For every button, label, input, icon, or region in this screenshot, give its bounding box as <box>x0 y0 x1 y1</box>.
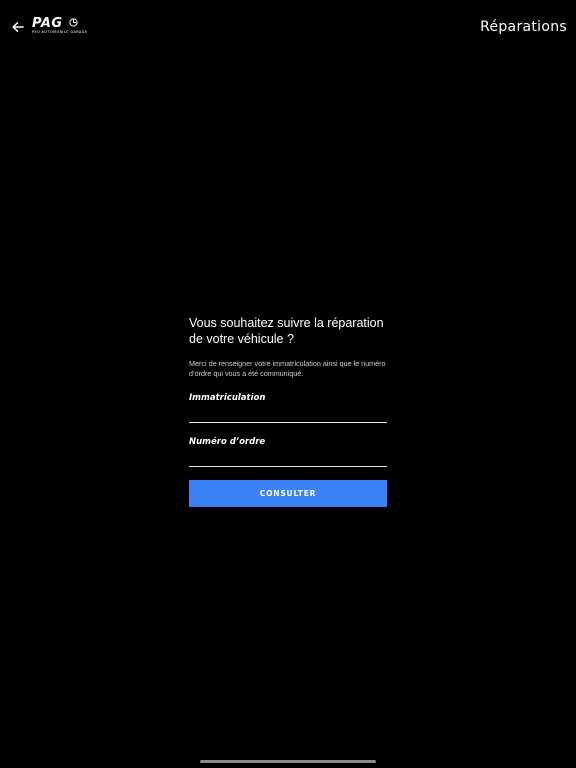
order-number-label: Numéro d’ordre <box>189 437 266 447</box>
brand-logo[interactable]: PAG PEU AUTOMOBILE GARAGE <box>32 16 87 37</box>
order-number-field-group: Numéro d’ordre <box>189 437 387 467</box>
consulter-button[interactable]: CONSULTER <box>189 480 387 507</box>
form-description: Merci de renseigner votre immatriculatio… <box>189 359 386 378</box>
logo-text: PAG <box>32 16 63 31</box>
immatriculation-input[interactable] <box>189 405 387 423</box>
arrow-left-icon <box>12 22 24 32</box>
back-button[interactable] <box>8 17 28 37</box>
form-heading: Vous souhaitez suivre la réparation de v… <box>189 316 384 346</box>
order-number-input[interactable] <box>189 449 387 467</box>
immatriculation-label: Immatriculation <box>189 393 266 403</box>
logo-subtitle: PEU AUTOMOBILE GARAGE <box>32 30 88 34</box>
app-screen: PAG PEU AUTOMOBILE GARAGE Réparations Vo… <box>0 0 576 768</box>
repair-tracking-form: Vous souhaitez suivre la réparation de v… <box>189 316 387 507</box>
logo-mark-icon <box>69 18 78 27</box>
header-bar: PAG PEU AUTOMOBILE GARAGE Réparations <box>0 0 576 54</box>
home-indicator[interactable] <box>200 760 376 763</box>
immatriculation-field-group: Immatriculation <box>189 393 387 423</box>
page-title: Réparations <box>480 19 567 35</box>
